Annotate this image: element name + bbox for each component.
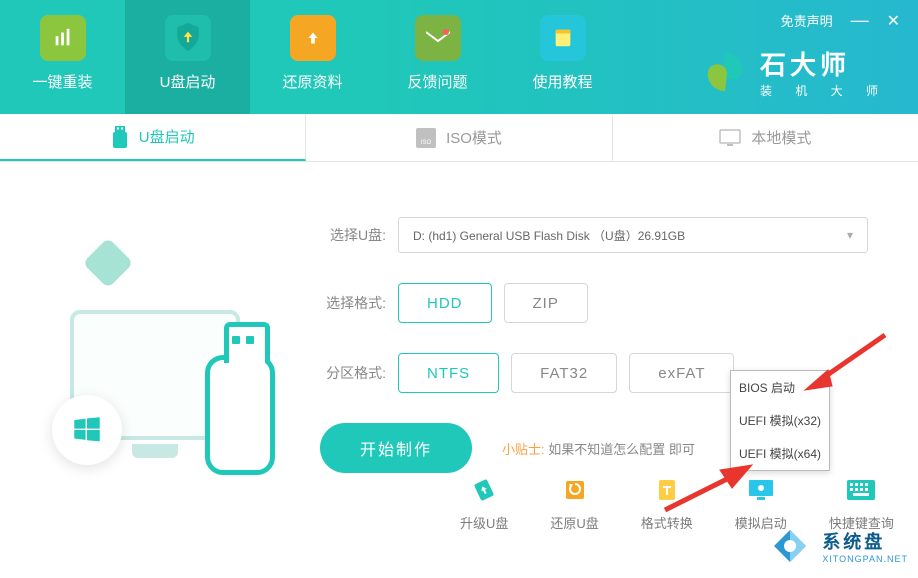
start-button[interactable]: 开始制作 (320, 423, 472, 473)
usb-select-label: 选择U盘: (320, 225, 386, 245)
mail-icon (415, 15, 461, 61)
watermark-url: XITONGPAN.NET (822, 554, 908, 564)
nav-label: 使用教程 (532, 71, 592, 92)
bars-icon (40, 15, 86, 61)
minimize-icon[interactable]: — (851, 10, 869, 31)
partition-label: 分区格式: (320, 363, 386, 383)
nav-usb-boot[interactable]: U盘启动 (125, 0, 250, 114)
mode-iso[interactable]: ISO ISO模式 (306, 114, 612, 161)
iso-icon: ISO (416, 128, 436, 148)
boot-dropdown[interactable]: BIOS 启动 UEFI 模拟(x32) UEFI 模拟(x64) (730, 370, 830, 471)
action-convert-format[interactable]: 格式转换 (641, 475, 693, 532)
usb-select-dropdown[interactable]: D: (hd1) General USB Flash Disk （U盘）26.9… (398, 217, 868, 253)
chevron-down-icon: ▾ (847, 228, 853, 242)
mode-label: ISO模式 (446, 127, 502, 148)
shield-icon (165, 15, 211, 61)
nav-one-click-reinstall[interactable]: 一键重装 (0, 0, 125, 114)
svg-text:ISO: ISO (421, 140, 432, 146)
up-arrow-icon (290, 15, 336, 61)
usb-select-value: D: (hd1) General USB Flash Disk （U盘）26.9… (413, 227, 685, 244)
mode-label: U盘启动 (139, 126, 195, 147)
keyboard-icon (846, 475, 876, 505)
boot-option-uefi32[interactable]: UEFI 模拟(x32) (731, 404, 829, 437)
logo-icon (702, 49, 748, 95)
nav-label: 还原资料 (282, 71, 342, 92)
restore-icon (560, 475, 590, 505)
watermark: 系统盘 XITONGPAN.NET (766, 522, 908, 570)
partition-option-fat32[interactable]: FAT32 (511, 353, 617, 393)
format-option-zip[interactable]: ZIP (504, 283, 588, 323)
windows-logo-icon (52, 395, 122, 465)
tip-prefix: 小贴士: (502, 442, 545, 457)
illustration (0, 162, 280, 578)
nav-label: 反馈问题 (407, 71, 467, 92)
close-icon[interactable]: ✕ (887, 11, 900, 31)
convert-icon (652, 475, 682, 505)
nav-feedback[interactable]: 反馈问题 (375, 0, 500, 114)
action-upgrade-usb[interactable]: 升级U盘 (460, 475, 508, 532)
action-label: 还原U盘 (550, 513, 598, 532)
mode-usb-boot[interactable]: U盘启动 (0, 114, 306, 161)
mode-local[interactable]: 本地模式 (613, 114, 918, 161)
disclaimer-link[interactable]: 免责声明 (781, 11, 833, 30)
partition-option-ntfs[interactable]: NTFS (398, 353, 499, 393)
action-label: 升级U盘 (460, 513, 508, 532)
watermark-icon (766, 522, 814, 570)
watermark-title: 系统盘 (822, 528, 908, 554)
mode-label: 本地模式 (751, 127, 811, 148)
action-label: 格式转换 (641, 513, 693, 532)
usb-upgrade-icon (469, 475, 499, 505)
simulate-icon (746, 475, 776, 505)
boot-option-uefi64[interactable]: UEFI 模拟(x64) (731, 437, 829, 470)
brand-title: 石大师 (760, 45, 888, 82)
book-icon (540, 15, 586, 61)
tip-body: 如果不知道怎么配置 即可 (548, 442, 695, 457)
tip-text: 小贴士: 如果不知道怎么配置 即可 (502, 439, 695, 458)
brand-subtitle: 装 机 大 师 (760, 82, 888, 99)
usb-icon (111, 126, 129, 148)
nav-restore-data[interactable]: 还原资料 (250, 0, 375, 114)
boot-option-bios[interactable]: BIOS 启动 (731, 371, 829, 404)
nav-tutorial[interactable]: 使用教程 (500, 0, 625, 114)
format-label: 选择格式: (320, 293, 386, 313)
monitor-icon (719, 129, 741, 147)
format-option-hdd[interactable]: HDD (398, 283, 492, 323)
nav-label: 一键重装 (32, 71, 92, 92)
partition-option-exfat[interactable]: exFAT (629, 353, 734, 393)
action-restore-usb[interactable]: 还原U盘 (550, 475, 598, 532)
nav-label: U盘启动 (160, 71, 216, 92)
